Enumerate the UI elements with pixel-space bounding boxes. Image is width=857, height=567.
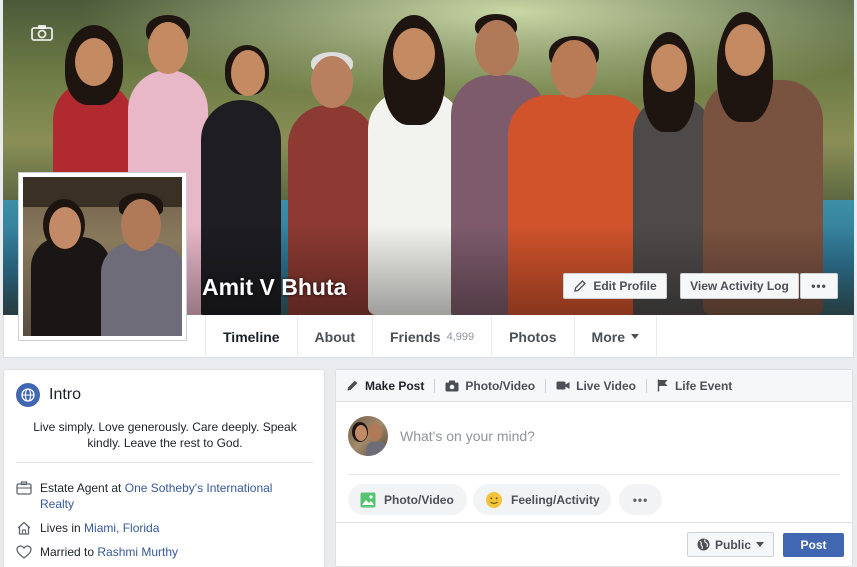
pencil-icon [574,280,587,292]
tab-photos-label: Photos [509,328,557,345]
info-married: Married to Rashmi Murthy [16,544,178,560]
make-post-tab[interactable]: Make Post [336,379,434,393]
globe-icon [16,383,40,407]
profile-picture[interactable] [18,172,187,341]
photo-video-button[interactable]: Photo/Video [348,484,467,515]
chevron-down-icon [756,542,764,547]
view-activity-log-button[interactable]: View Activity Log [680,273,799,299]
feeling-activity-label: Feeling/Activity [511,492,600,507]
life-event-tab[interactable]: Life Event [647,379,742,393]
tab-timeline-label: Timeline [223,328,280,345]
friends-count: 4,999 [446,330,475,343]
lives-prefix: Lives in [40,521,85,535]
chevron-down-icon [631,334,639,339]
avatar [23,177,182,336]
video-camera-icon [556,380,570,391]
camera-icon[interactable] [31,24,53,41]
tab-photos[interactable]: Photos [491,315,573,358]
tab-about-label: About [314,328,355,345]
info-work: Estate Agent at One Sotheby's Internatio… [16,480,306,512]
photo-video-tab[interactable]: Photo/Video [435,379,545,393]
post-button-label: Post [800,538,827,552]
intro-title: Intro [49,386,82,403]
audience-label: Public [714,537,751,552]
post-composer: Make Post Photo/Video Live Video Life Ev… [335,369,853,567]
briefcase-icon [16,480,34,496]
profile-name[interactable]: Amit V Bhuta [202,274,346,301]
photo-icon [360,492,376,508]
intro-header: Intro [16,383,81,407]
edit-profile-button[interactable]: Edit Profile [563,273,667,299]
married-link[interactable]: Rashmi Murthy [97,545,178,559]
heart-icon [16,544,34,560]
globe-icon [697,538,710,551]
live-video-tab[interactable]: Live Video [546,379,646,393]
audience-selector[interactable]: Public [687,532,774,557]
bio-text: Live simply. Love generously. Care deepl… [33,420,297,450]
married-prefix: Married to [40,545,98,559]
profile-tabs: Timeline About Friends 4,999 Photos More [205,315,657,358]
post-button[interactable]: Post [783,533,844,557]
more-composer-options-button[interactable]: ••• [619,484,662,515]
composer-tabs: Make Post Photo/Video Live Video Life Ev… [336,370,852,402]
more-options-icon: ••• [811,279,827,293]
photo-video-button-label: Photo/Video [384,492,454,507]
smiley-icon [485,491,503,509]
status-input[interactable]: What's on your mind? [400,428,535,444]
pencil-icon [346,379,359,392]
make-post-label: Make Post [365,378,425,393]
edit-profile-label: Edit Profile [593,279,657,293]
flag-icon [657,379,669,392]
work-prefix: Estate Agent at [40,481,125,495]
tab-friends[interactable]: Friends 4,999 [371,315,491,358]
feeling-activity-button[interactable]: Feeling/Activity [473,484,611,515]
home-icon [16,520,34,536]
tab-more[interactable]: More [573,315,657,358]
life-event-label: Life Event [674,378,733,393]
tab-friends-label: Friends [389,328,441,345]
intro-card: Intro Live simply. Love generously. Care… [3,369,325,567]
lives-link[interactable]: Miami, Florida [84,521,159,535]
composer-footer: Public Post [336,522,852,567]
live-video-label: Live Video [576,378,636,393]
divider [348,474,840,475]
divider [16,462,313,463]
more-options-button[interactable]: ••• [800,273,838,299]
info-lives: Lives in Miami, Florida [16,520,159,536]
tab-about[interactable]: About [296,315,372,358]
photo-video-label: Photo/Video [465,378,536,393]
tab-more-label: More [591,328,625,345]
tab-timeline[interactable]: Timeline [205,315,297,358]
camera-icon [445,380,459,392]
avatar [348,416,388,456]
more-dots-icon: ••• [632,492,649,507]
view-activity-log-label: View Activity Log [690,279,789,293]
